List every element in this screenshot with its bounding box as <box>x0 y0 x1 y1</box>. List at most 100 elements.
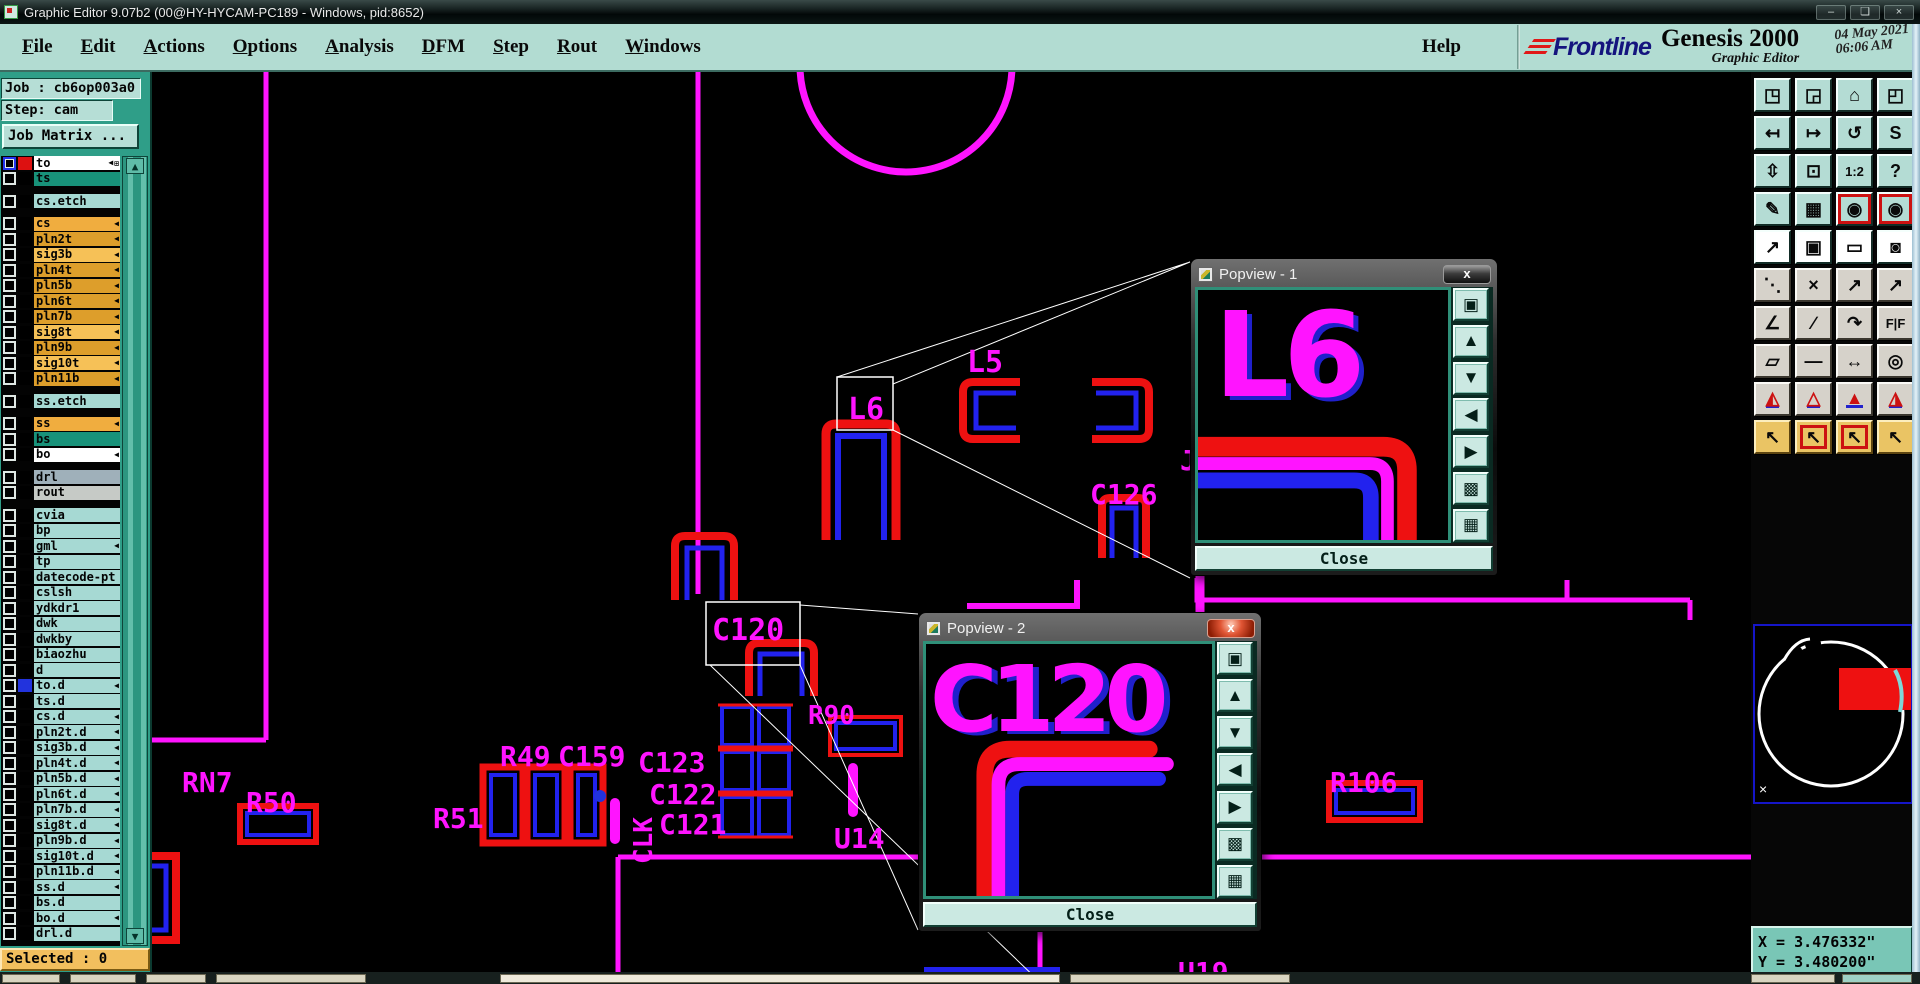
layer-checkbox[interactable] <box>3 194 16 208</box>
netlist-back-button[interactable]: ◉ <box>1877 192 1914 226</box>
close-button[interactable]: × <box>1884 4 1914 20</box>
layer-name-bar[interactable]: cs.d ◀ <box>34 709 120 724</box>
layer-color-swatch[interactable] <box>18 787 32 801</box>
layer-name-bar[interactable]: cvia <box>34 508 120 522</box>
layer-color-swatch[interactable] <box>18 448 32 461</box>
layer-checkbox[interactable] <box>3 818 16 832</box>
layer-color-swatch[interactable] <box>18 586 32 599</box>
layer-color-swatch[interactable] <box>18 217 32 230</box>
layer-row-to.d[interactable]: to.d ◀ <box>1 678 120 693</box>
layer-checkbox[interactable] <box>3 325 16 339</box>
select-net-path-button[interactable]: ↖ <box>1877 420 1914 454</box>
layer-color-swatch[interactable] <box>18 394 32 408</box>
measure-angle-button[interactable]: ∠ <box>1754 306 1791 340</box>
copy-to-layer-button[interactable]: ↗ <box>1836 268 1873 302</box>
layer-name-bar[interactable]: to ◀ ⊞ <box>34 156 120 170</box>
layer-color-swatch[interactable] <box>18 263 32 277</box>
stretch-line-button[interactable]: ― <box>1795 344 1832 378</box>
layer-checkbox[interactable] <box>3 834 16 847</box>
layer-checkbox[interactable] <box>3 772 16 785</box>
layer-color-swatch[interactable] <box>18 325 32 339</box>
layer-checkbox[interactable] <box>3 803 16 816</box>
layer-checkbox[interactable] <box>3 486 16 499</box>
taskbar-item[interactable] <box>1751 974 1835 983</box>
layer-color-swatch[interactable] <box>18 470 32 484</box>
layer-color-swatch[interactable] <box>18 911 32 925</box>
zoom-out-fit-button[interactable]: ▩ <box>1217 827 1253 861</box>
layer-name-bar[interactable]: pln11b.d ◀ <box>34 864 120 879</box>
layer-color-swatch[interactable] <box>18 432 32 446</box>
layer-color-swatch[interactable] <box>18 524 32 537</box>
layer-color-swatch[interactable] <box>18 539 32 553</box>
highlight-net-b-button[interactable]: △ <box>1795 382 1832 416</box>
layer-row-sig3b.d[interactable]: sig3b.d ◀ <box>1 740 120 755</box>
menu-edit[interactable]: Edit <box>81 36 116 58</box>
menu-rout[interactable]: Rout <box>557 36 597 58</box>
layer-color-swatch[interactable] <box>18 356 32 370</box>
layer-color-swatch[interactable] <box>18 248 32 261</box>
layer-row-pln5b.d[interactable]: pln5b.d ◀ <box>1 771 120 786</box>
layer-checkbox[interactable] <box>3 372 16 385</box>
layer-color-swatch[interactable] <box>18 632 32 646</box>
pan-right-button[interactable]: ▶ <box>1453 435 1489 469</box>
layer-color-swatch[interactable] <box>18 849 32 863</box>
layer-checkbox[interactable] <box>3 648 16 661</box>
layer-checkbox[interactable] <box>3 896 16 909</box>
layer-color-swatch[interactable] <box>18 156 32 170</box>
layer-checkbox[interactable] <box>3 617 16 630</box>
zoom-out-window-button[interactable]: ◲ <box>1795 78 1832 112</box>
layer-color-swatch[interactable] <box>18 486 32 499</box>
layer-checkbox[interactable] <box>3 470 16 484</box>
layer-color-swatch[interactable] <box>18 756 32 770</box>
setup-tools-button[interactable]: ✎ <box>1754 192 1791 226</box>
layer-name-bar[interactable]: bp <box>34 523 120 538</box>
select-cursor-button[interactable]: ↖ <box>1754 420 1791 454</box>
minimize-button[interactable]: – <box>1816 4 1846 20</box>
layer-checkbox[interactable] <box>3 508 16 522</box>
layer-row-cs.etch[interactable]: cs.etch <box>1 194 120 208</box>
layer-name-bar[interactable]: pln2t ◀ <box>34 232 120 246</box>
zoom-extents-button[interactable]: ▦ <box>1217 864 1253 898</box>
layer-row-dwk[interactable]: dwk <box>1 616 120 631</box>
menu-file[interactable]: File <box>22 36 53 58</box>
layer-checkbox[interactable] <box>3 555 16 568</box>
layer-row-pln9b.d[interactable]: pln9b.d ◀ <box>1 833 120 848</box>
layer-name-bar[interactable]: pln7b ◀ <box>34 309 120 324</box>
layer-row-drl.d[interactable]: drl.d <box>1 926 120 941</box>
popview-2-close-x-button[interactable]: x <box>1207 618 1255 638</box>
layer-row-biaozhu[interactable]: biaozhu <box>1 647 120 662</box>
layer-checkbox[interactable] <box>3 310 16 323</box>
layer-name-bar[interactable]: tp <box>34 554 120 569</box>
layer-color-swatch[interactable] <box>18 294 32 308</box>
pan-up-button[interactable]: ▲ <box>1453 324 1489 358</box>
s-shape-tool-button[interactable]: S <box>1877 116 1914 150</box>
layer-name-bar[interactable]: sig3b ◀ <box>34 247 120 262</box>
job-matrix-button[interactable]: Job Matrix ... <box>2 124 139 149</box>
layer-row-pln2t.d[interactable]: pln2t.d ◀ <box>1 725 120 739</box>
layer-checkbox[interactable] <box>3 539 16 553</box>
popview-2-titlebar[interactable]: Popview - 2 x <box>923 617 1257 641</box>
layer-checkbox[interactable] <box>3 417 16 430</box>
layer-name-bar[interactable]: pln9b ◀ <box>34 340 120 355</box>
layer-color-swatch[interactable] <box>18 880 32 894</box>
pan-down-button[interactable]: ▼ <box>1217 716 1253 750</box>
home-view-button[interactable]: ⌂ <box>1836 78 1873 112</box>
layer-color-swatch[interactable] <box>18 417 32 430</box>
netlist-front-button[interactable]: ◉ <box>1836 192 1873 226</box>
menu-options[interactable]: Options <box>233 36 297 58</box>
zoom-in-window-button[interactable]: ◳ <box>1754 78 1791 112</box>
layer-color-swatch[interactable] <box>18 927 32 940</box>
menu-dfm[interactable]: DFM <box>422 36 465 58</box>
taskbar-item[interactable] <box>1070 974 1290 983</box>
layer-name-bar[interactable]: sig10t.d ◀ <box>34 849 120 863</box>
layer-color-swatch[interactable] <box>18 232 32 246</box>
popview-1-close-x-button[interactable]: x <box>1443 264 1491 284</box>
pan-up-button[interactable]: ▲ <box>1217 679 1253 713</box>
layer-name-bar[interactable]: ts.d <box>34 694 120 708</box>
taskbar-item[interactable] <box>146 974 206 983</box>
pan-right-button[interactable]: ▶ <box>1217 790 1253 824</box>
layer-color-swatch[interactable] <box>18 694 32 708</box>
layer-row-cs[interactable]: cs ◀ <box>1 216 120 231</box>
pan-left-button[interactable]: ◀ <box>1217 753 1253 787</box>
layer-color-swatch[interactable] <box>18 725 32 739</box>
